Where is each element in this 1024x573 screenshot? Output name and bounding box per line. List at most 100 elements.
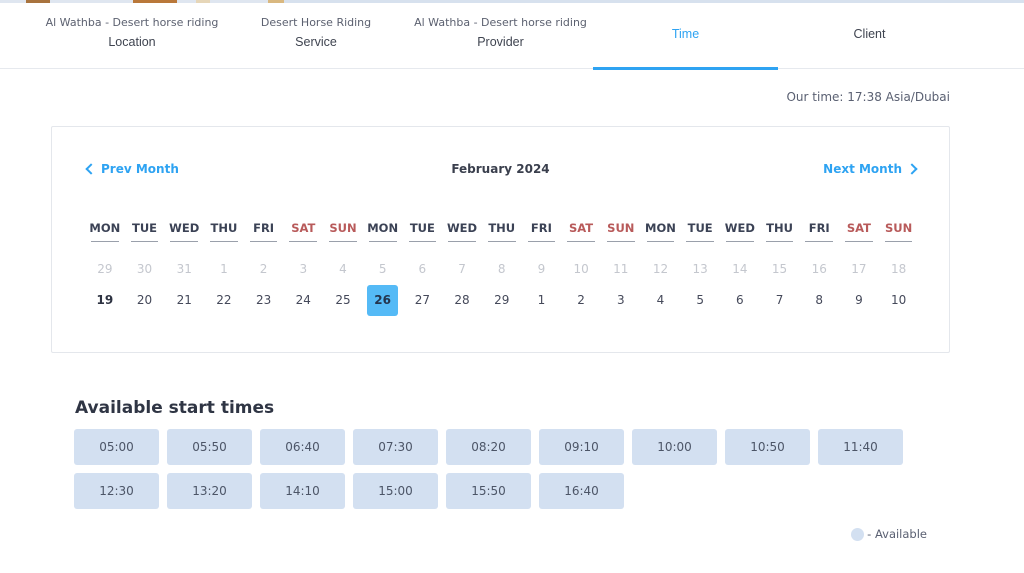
- calendar-day[interactable]: 5: [680, 285, 720, 316]
- divider: [765, 241, 794, 242]
- time-slot-button[interactable]: 09:10: [539, 429, 624, 465]
- weekday-label: FRI: [530, 221, 552, 235]
- weekday-underline-row: [85, 239, 919, 254]
- calendar-day[interactable]: 6: [720, 285, 760, 316]
- divider: [249, 241, 278, 242]
- weekday-underline: [680, 241, 720, 254]
- calendar-day[interactable]: 1: [522, 285, 562, 316]
- weekday-underline: [442, 241, 482, 254]
- next-month-label: Next Month: [823, 162, 902, 176]
- time-slot-button[interactable]: 12:30: [74, 473, 159, 509]
- day-number: 3: [616, 293, 625, 307]
- step-provider-value: Al Wathba - Desert horse riding: [414, 16, 587, 29]
- calendar-day[interactable]: 20: [125, 285, 165, 316]
- weekday-underline: [720, 241, 760, 254]
- step-time[interactable]: Time: [593, 3, 778, 70]
- time-slot-button[interactable]: 15:50: [446, 473, 531, 509]
- weekday-underline: [204, 241, 244, 254]
- calendar-day[interactable]: 28: [442, 285, 482, 316]
- calendar-day[interactable]: 9: [839, 285, 879, 316]
- time-slot-button[interactable]: 10:50: [725, 429, 810, 465]
- day-number: 25: [335, 293, 351, 307]
- booking-steps: Al Wathba - Desert horse riding Location…: [0, 3, 1024, 70]
- weekday-label: TUE: [132, 221, 158, 235]
- calendar-day-today[interactable]: 19: [85, 285, 125, 316]
- week-row-current: 19 20 21 22 23 24 25 26 27 28 29 1 2 3 4 5 6 7 8 9 10: [85, 285, 919, 316]
- time-slot-button[interactable]: 10:00: [632, 429, 717, 465]
- day-number: 5: [696, 293, 704, 307]
- calendar-grid: MON TUE WED THU FRI SAT SUN MON TUE WED THU FRI SAT S…: [85, 217, 919, 316]
- time-slot-button[interactable]: 11:40: [818, 429, 903, 465]
- calendar-day[interactable]: 4: [641, 285, 681, 316]
- day-number: 22: [216, 293, 232, 307]
- weekday-label: SAT: [291, 221, 316, 235]
- available-times-title: Available start times: [75, 398, 275, 418]
- calendar-day[interactable]: 8: [799, 285, 839, 316]
- calendar-day[interactable]: 27: [403, 285, 443, 316]
- day-number: 27: [414, 293, 430, 307]
- step-service[interactable]: Desert Horse Riding Service: [224, 3, 408, 69]
- time-slot-list: 05:00 05:50 06:40 07:30 08:20 09:10 10:00 10:50…: [74, 429, 914, 509]
- day-number: 10: [890, 293, 907, 307]
- time-slot-button[interactable]: 07:30: [353, 429, 438, 465]
- week-row-past: 29 30 31 1 2 3 4 5 6 7 8 9 10 11 12 13 14 15 16 17 18: [85, 254, 919, 285]
- weekday-label: WED: [724, 221, 755, 235]
- weekday-underline: [839, 241, 879, 254]
- weekday-underline: [244, 241, 284, 254]
- weekday-label: SUN: [607, 221, 635, 235]
- next-month-button[interactable]: Next Month: [823, 162, 919, 176]
- calendar-day[interactable]: 29: [482, 285, 522, 316]
- divider: [408, 241, 437, 242]
- weekday-underline: [363, 241, 403, 254]
- calendar-day-disabled: 5: [378, 262, 387, 276]
- weekday-underline: [403, 241, 443, 254]
- calendar-day-disabled: 14: [732, 262, 748, 276]
- weekday-label: FRI: [253, 221, 275, 235]
- calendar-day[interactable]: 7: [760, 285, 800, 316]
- weekday-underline: [164, 241, 204, 254]
- divider: [448, 241, 476, 242]
- divider: [726, 241, 754, 242]
- calendar-day-disabled: 10: [573, 262, 589, 276]
- calendar-day[interactable]: 2: [561, 285, 601, 316]
- calendar-day[interactable]: 24: [283, 285, 323, 316]
- calendar-day[interactable]: 22: [204, 285, 244, 316]
- calendar-day[interactable]: 10: [879, 285, 919, 316]
- day-number: 20: [136, 293, 153, 307]
- calendar-day-disabled: 9: [537, 262, 546, 276]
- calendar-day-disabled: 6: [418, 262, 427, 276]
- legend: - Available: [851, 527, 927, 541]
- calendar-day-disabled: 30: [136, 262, 153, 276]
- time-slot-button[interactable]: 05:00: [74, 429, 159, 465]
- active-step-indicator: [593, 67, 778, 70]
- step-provider-label: Provider: [477, 35, 524, 49]
- time-slot-button[interactable]: 13:20: [167, 473, 252, 509]
- time-slot-button[interactable]: 14:10: [260, 473, 345, 509]
- step-location[interactable]: Al Wathba - Desert horse riding Location: [40, 3, 224, 69]
- weekday-label: SAT: [569, 221, 594, 235]
- calendar-day[interactable]: 23: [244, 285, 284, 316]
- divider: [368, 241, 397, 242]
- weekday-underline: [125, 241, 165, 254]
- time-slot-button[interactable]: 06:40: [260, 429, 345, 465]
- weekday-underline: [85, 241, 125, 254]
- step-client-label: Client: [853, 27, 886, 41]
- calendar-day[interactable]: 21: [164, 285, 204, 316]
- time-slot-button[interactable]: 05:50: [167, 429, 252, 465]
- time-slot-button[interactable]: 15:00: [353, 473, 438, 509]
- calendar-day-disabled: 1: [220, 262, 228, 276]
- time-slot-button[interactable]: 16:40: [539, 473, 624, 509]
- calendar-day[interactable]: 25: [323, 285, 363, 316]
- calendar-day-selected[interactable]: 26: [363, 285, 403, 316]
- divider: [686, 241, 714, 242]
- calendar-day-disabled: 12: [652, 262, 669, 276]
- day-number: 26: [367, 285, 399, 316]
- step-client[interactable]: Client: [778, 3, 961, 69]
- step-provider[interactable]: Al Wathba - Desert horse riding Provider: [408, 3, 593, 69]
- calendar-day[interactable]: 3: [601, 285, 641, 316]
- divider: [487, 241, 516, 242]
- time-slot-button[interactable]: 08:20: [446, 429, 531, 465]
- weekday-underline: [799, 241, 839, 254]
- calendar-day-disabled: 17: [851, 262, 867, 276]
- weekday-label: MON: [367, 221, 399, 235]
